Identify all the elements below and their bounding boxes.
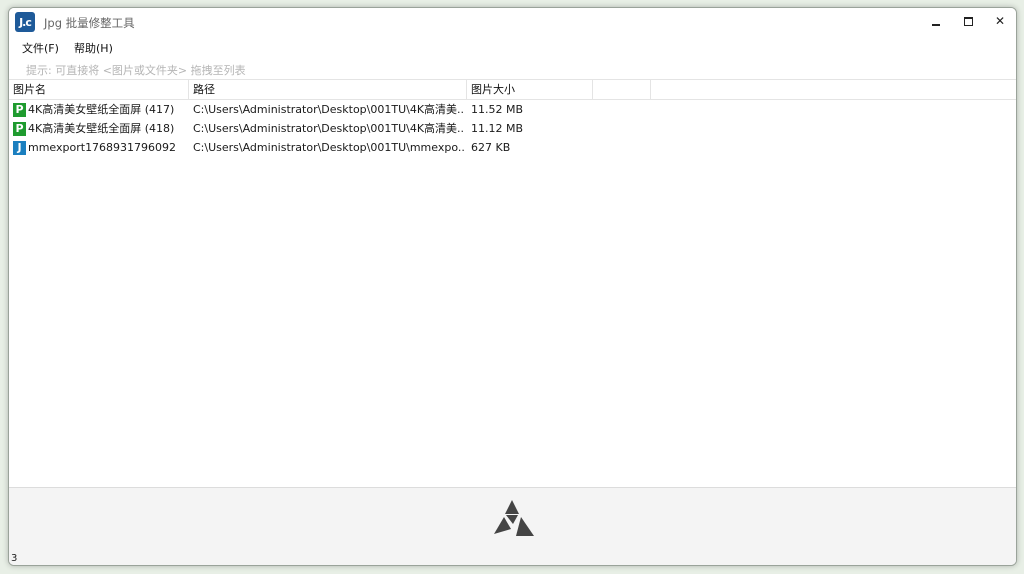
row-path: C:\Users\Administrator\Desktop\001TU\4K高… bbox=[193, 122, 465, 135]
item-count: 3 bbox=[11, 553, 18, 564]
row-image-name: 4K高清美女壁纸全面屏 (417) bbox=[28, 103, 175, 116]
row-image-name: 4K高清美女壁纸全面屏 (418) bbox=[28, 122, 175, 135]
png-file-icon: P bbox=[13, 121, 26, 136]
app-icon: J.c bbox=[15, 12, 35, 32]
drag-drop-hint: 提示: 可直接将 <图片或文件夹> 拖拽至列表 bbox=[26, 64, 246, 77]
png-file-icon: P bbox=[13, 102, 26, 117]
row-size: 627 KB bbox=[471, 141, 511, 154]
table-row[interactable]: P 4K高清美女壁纸全面屏 (417) C:\Users\Administrat… bbox=[9, 100, 1016, 119]
menu-file[interactable]: 文件(F) bbox=[22, 40, 59, 56]
row-path: C:\Users\Administrator\Desktop\001TU\mme… bbox=[193, 141, 465, 154]
list-header: 图片名 路径 图片大小 bbox=[9, 80, 1016, 100]
close-icon: ✕ bbox=[994, 14, 1006, 28]
process-button[interactable] bbox=[492, 498, 536, 538]
table-row[interactable]: P 4K高清美女壁纸全面屏 (418) C:\Users\Administrat… bbox=[9, 119, 1016, 138]
maximize-icon bbox=[963, 16, 973, 26]
window-title: Jpg 批量修整工具 bbox=[44, 16, 135, 30]
menu-bar: 文件(F) 帮助(H) bbox=[9, 36, 1016, 58]
minimize-button[interactable] bbox=[920, 8, 952, 34]
jpg-file-icon: J bbox=[13, 140, 26, 155]
triangle-logo-icon bbox=[494, 500, 534, 536]
minimize-icon bbox=[932, 24, 940, 26]
row-size: 11.52 MB bbox=[471, 103, 524, 116]
column-header-path[interactable]: 路径 bbox=[189, 80, 467, 99]
title-bar[interactable]: J.c Jpg 批量修整工具 ✕ bbox=[9, 8, 1016, 36]
app-window: J.c Jpg 批量修整工具 ✕ 文件(F) 帮助(H) 提示: 可直接将 <图… bbox=[8, 7, 1017, 566]
row-image-name: mmexport1768931796092 bbox=[28, 141, 177, 154]
image-list[interactable]: 图片名 路径 图片大小 P 4K高清美女壁纸全面屏 (417) C:\Users… bbox=[9, 79, 1016, 488]
row-path: C:\Users\Administrator\Desktop\001TU\4K高… bbox=[193, 103, 465, 116]
maximize-button[interactable] bbox=[952, 8, 984, 34]
column-header-size[interactable]: 图片大小 bbox=[467, 80, 593, 99]
bottom-panel: 3 bbox=[9, 487, 1016, 565]
column-header-name[interactable]: 图片名 bbox=[9, 80, 189, 99]
close-button[interactable]: ✕ bbox=[984, 8, 1016, 34]
row-size: 11.12 MB bbox=[471, 122, 524, 135]
menu-help[interactable]: 帮助(H) bbox=[74, 40, 113, 56]
table-row[interactable]: J mmexport1768931796092 C:\Users\Adminis… bbox=[9, 138, 1016, 157]
column-header-extra[interactable] bbox=[593, 80, 651, 99]
